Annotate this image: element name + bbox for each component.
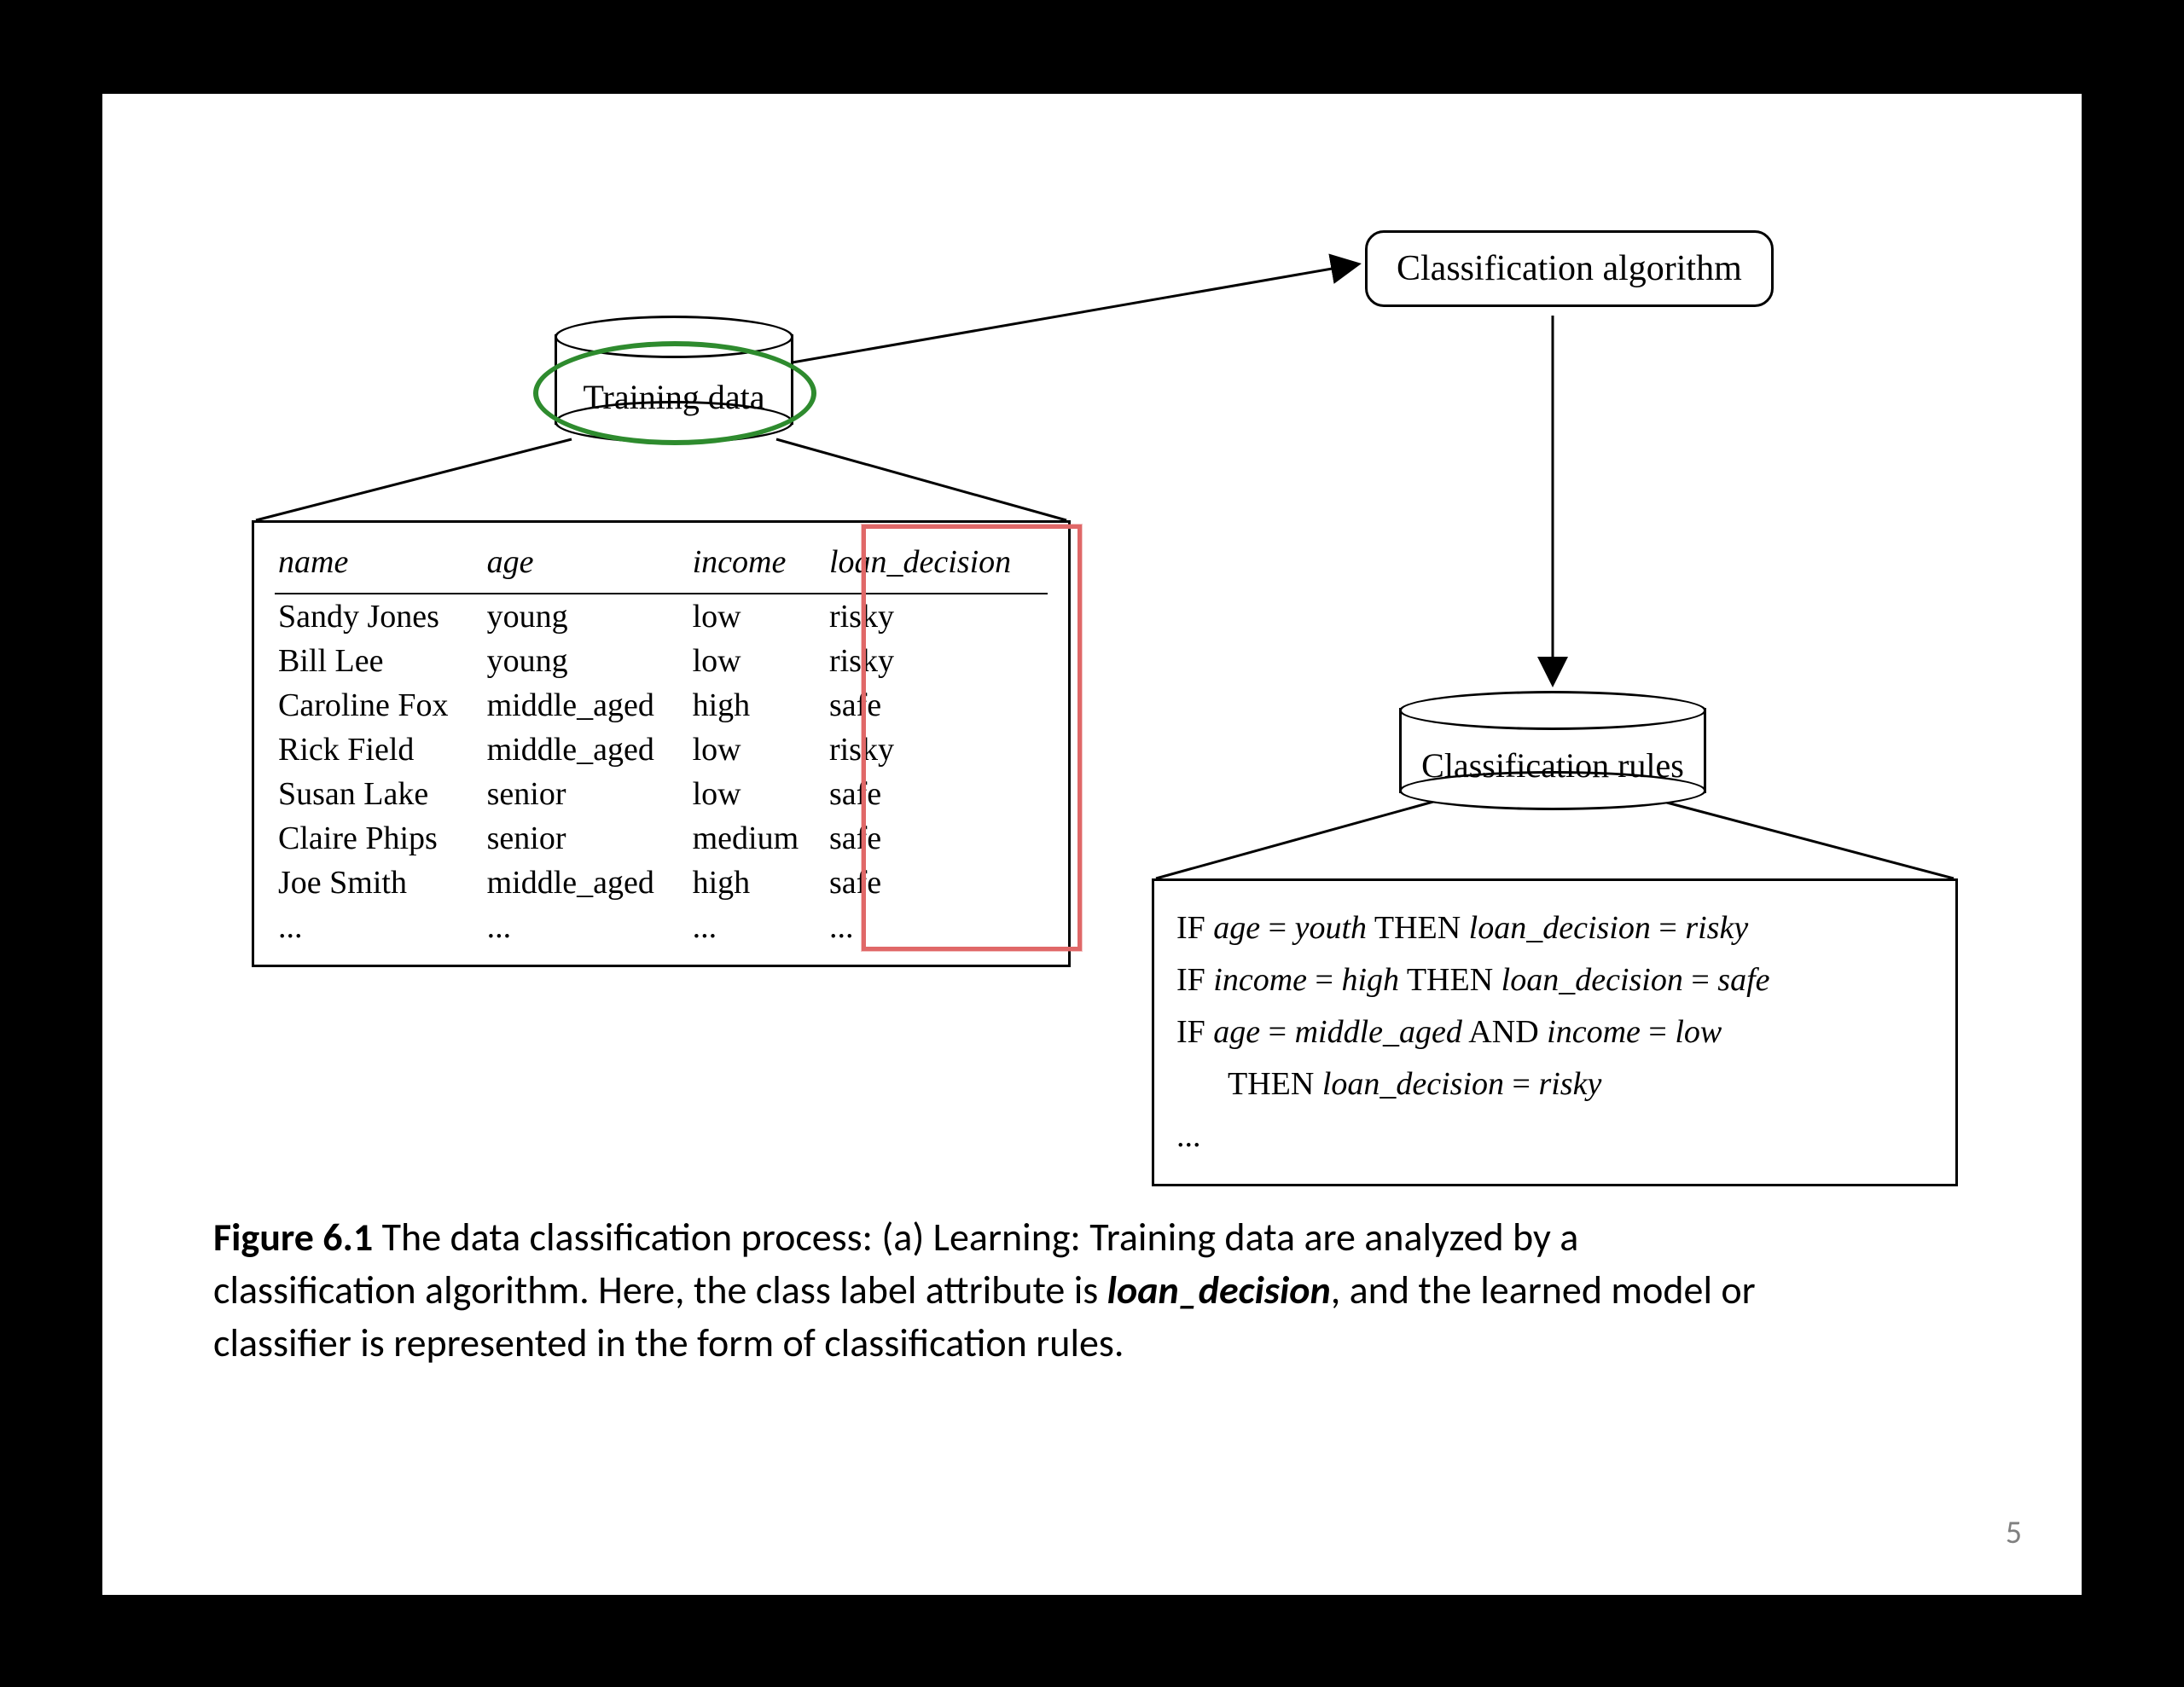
slide: Training data Classification algorithm n… <box>102 94 2082 1595</box>
table-row: Sandy Jonesyounglowrisky <box>275 594 1048 639</box>
table-cell: high <box>689 861 826 905</box>
table-cell: risky <box>826 594 1048 639</box>
classification-rules-box: IF age = youth THEN loan_decision = risk… <box>1152 878 1958 1186</box>
training-data-label: Training data <box>555 377 793 417</box>
table-cell: Sandy Jones <box>275 594 484 639</box>
table-cell: Susan Lake <box>275 772 484 816</box>
table-cell: Rick Field <box>275 728 484 772</box>
classification-algorithm-box: Classification algorithm <box>1365 230 1774 307</box>
table-cell: risky <box>826 639 1048 683</box>
table-cell: middle_aged <box>484 728 689 772</box>
diagram-stage: Training data Classification algorithm n… <box>102 94 2082 1595</box>
table-cell: ... <box>826 905 1048 949</box>
table-header: income <box>689 538 826 594</box>
table-row: Joe Smithmiddle_agedhighsafe <box>275 861 1048 905</box>
caption-keyword: loan_decision <box>1107 1267 1331 1314</box>
table-cell: safe <box>826 816 1048 861</box>
table-cell: senior <box>484 772 689 816</box>
figure-caption: Figure 6.1 The data classification proce… <box>213 1211 1774 1370</box>
table-cell: young <box>484 639 689 683</box>
rule-1: IF age = youth THEN loan_decision = risk… <box>1176 905 1933 952</box>
classification-algorithm-label: Classification algorithm <box>1397 249 1742 288</box>
table-cell: ... <box>484 905 689 949</box>
table-cell: low <box>689 639 826 683</box>
table-row: Bill Leeyounglowrisky <box>275 639 1048 683</box>
table-cell: young <box>484 594 689 639</box>
rule-3-then: THEN loan_decision = risky <box>1176 1061 1933 1108</box>
table-cell: ... <box>689 905 826 949</box>
table-cell: low <box>689 772 826 816</box>
table-cell: risky <box>826 728 1048 772</box>
table-cell: Claire Phips <box>275 816 484 861</box>
table-cell: middle_aged <box>484 861 689 905</box>
training-data-cylinder: Training data <box>555 316 793 443</box>
table-cell: Bill Lee <box>275 639 484 683</box>
table-row: ............ <box>275 905 1048 949</box>
table-cell: middle_aged <box>484 683 689 728</box>
table-cell: low <box>689 594 826 639</box>
rule-3: IF age = middle_aged AND income = low <box>1176 1009 1933 1056</box>
table-cell: medium <box>689 816 826 861</box>
table-row: Claire Phipsseniormediumsafe <box>275 816 1048 861</box>
table-header: name <box>275 538 484 594</box>
page-number: 5 <box>2006 1513 2022 1552</box>
table-header: loan_decision <box>826 538 1048 594</box>
figure-label: Figure 6.1 <box>213 1214 373 1261</box>
classification-rules-label: Classification rules <box>1399 745 1706 786</box>
table-header: age <box>484 538 689 594</box>
table-row: Rick Fieldmiddle_agedlowrisky <box>275 728 1048 772</box>
table-cell: safe <box>826 772 1048 816</box>
table-cell: low <box>689 728 826 772</box>
training-data-table: nameageincomeloan_decision Sandy Jonesyo… <box>252 520 1071 967</box>
classification-rules-cylinder: Classification rules <box>1399 691 1706 810</box>
table-cell: Caroline Fox <box>275 683 484 728</box>
table-cell: ... <box>275 905 484 949</box>
table-cell: senior <box>484 816 689 861</box>
table-row: Susan Lakeseniorlowsafe <box>275 772 1048 816</box>
table-cell: safe <box>826 861 1048 905</box>
table-cell: safe <box>826 683 1048 728</box>
rule-2: IF income = high THEN loan_decision = sa… <box>1176 957 1933 1004</box>
table-row: Caroline Foxmiddle_agedhighsafe <box>275 683 1048 728</box>
table-cell: high <box>689 683 826 728</box>
rules-ellipsis: ... <box>1176 1113 1933 1160</box>
table-cell: Joe Smith <box>275 861 484 905</box>
